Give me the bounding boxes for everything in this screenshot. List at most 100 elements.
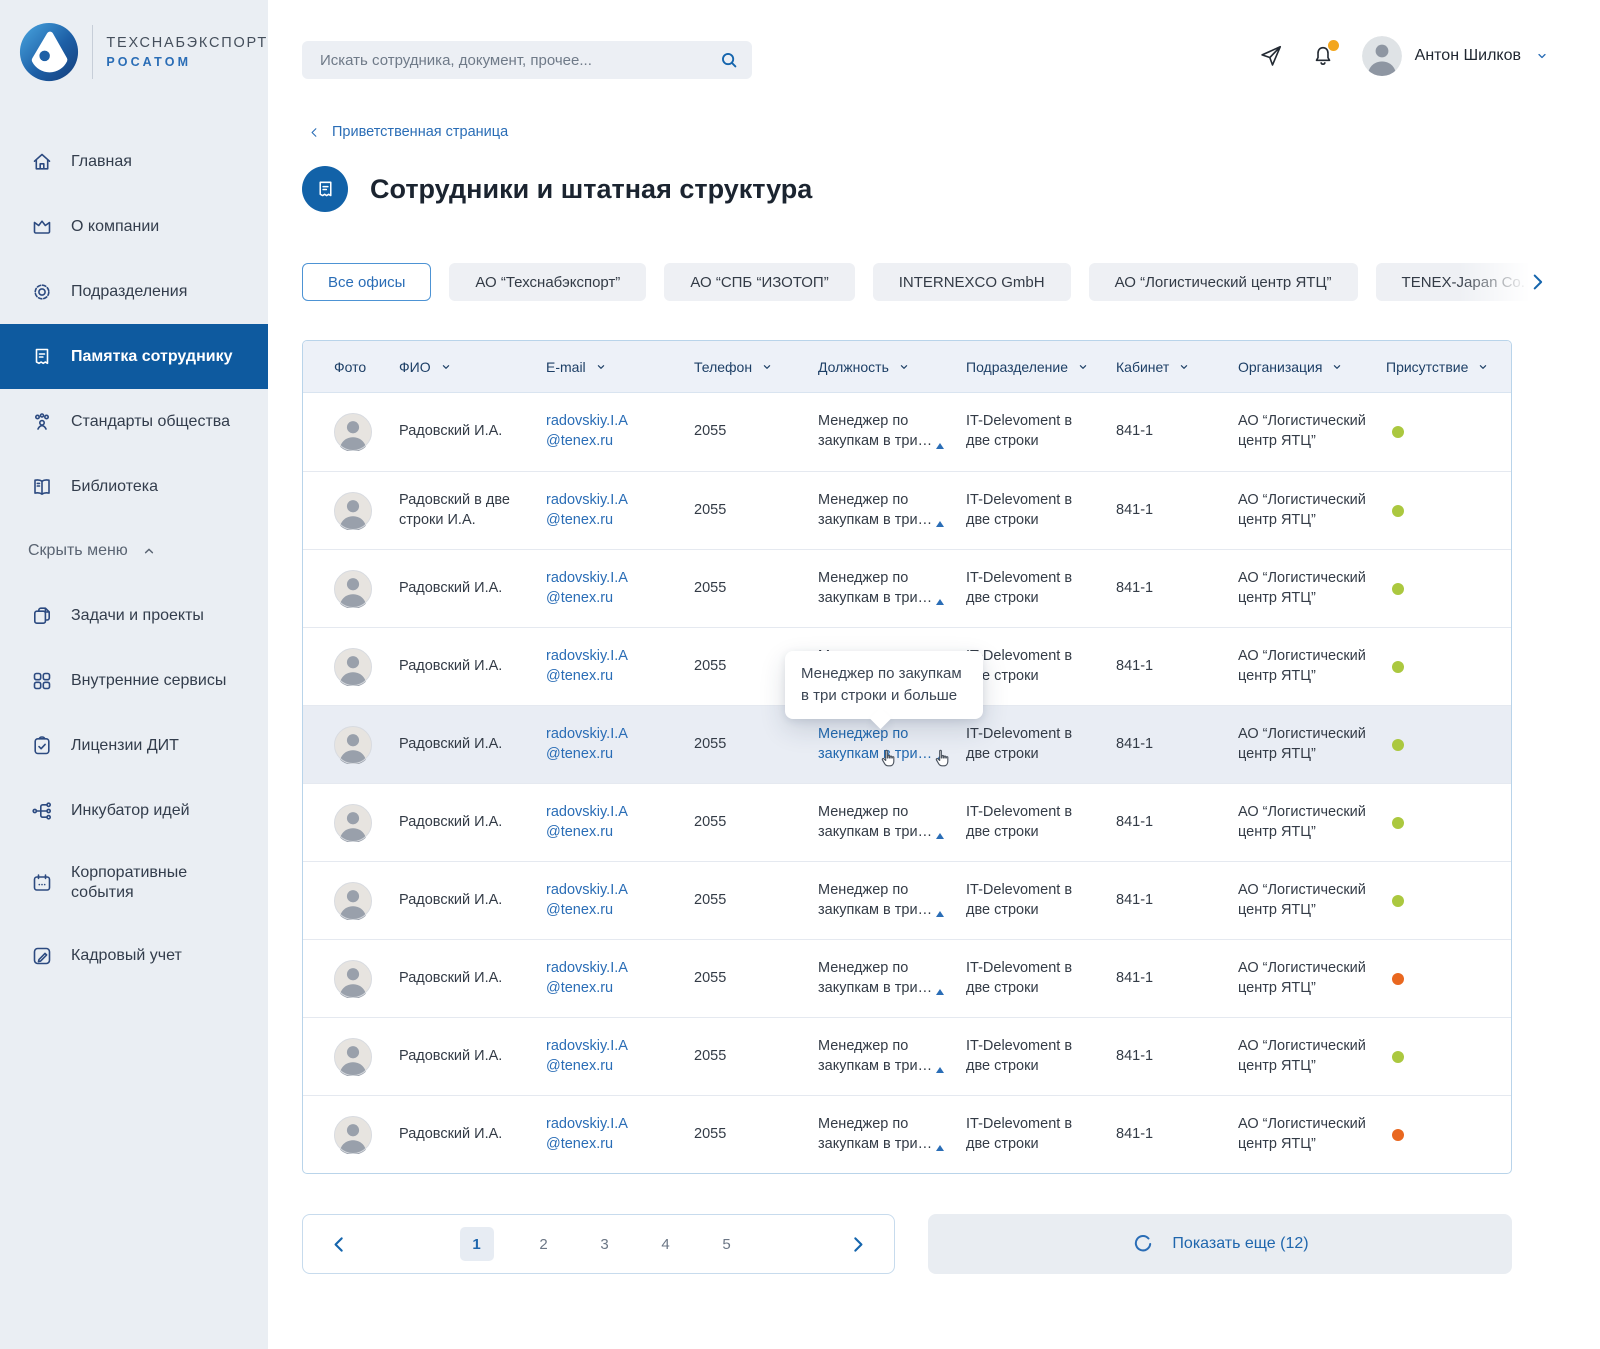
column-header-fio[interactable]: ФИО — [399, 359, 546, 375]
sidebar-item-library[interactable]: Библиотека — [0, 454, 268, 519]
employee-email-link[interactable]: radovskiy.I.A@tenex.ru — [546, 725, 694, 764]
search-button[interactable] — [706, 41, 752, 79]
expand-position-icon[interactable] — [936, 1067, 944, 1073]
expand-position-icon[interactable] — [936, 599, 944, 605]
sort-chevron-icon[interactable] — [897, 360, 911, 374]
employee-phone: 2055 — [694, 1125, 818, 1145]
employee-photo[interactable] — [334, 960, 399, 998]
expand-position-icon[interactable] — [936, 443, 944, 449]
chips-scroll-right-button[interactable] — [1526, 271, 1548, 293]
table-row[interactable]: Радовский И.А.radovskiy.I.A@tenex.ru2055… — [303, 393, 1511, 471]
sidebar-item-home[interactable]: Главная — [0, 129, 268, 194]
column-header-org[interactable]: Организация — [1238, 359, 1386, 375]
employee-position[interactable]: Менеджер по закупкам в три… — [818, 569, 966, 608]
filter-chip-4[interactable]: АО “Логистический центр ЯТЦ” — [1089, 263, 1358, 301]
sort-chevron-icon[interactable] — [439, 360, 453, 374]
send-message-button[interactable] — [1258, 43, 1284, 69]
employee-email-link[interactable]: radovskiy.I.A@tenex.ru — [546, 1037, 694, 1076]
page-button-5[interactable]: 5 — [716, 1236, 738, 1253]
expand-position-icon[interactable] — [936, 833, 944, 839]
sort-chevron-icon[interactable] — [1076, 360, 1090, 374]
column-header-phone[interactable]: Телефон — [694, 359, 818, 375]
employee-email-link[interactable]: radovskiy.I.A@tenex.ru — [546, 412, 694, 451]
employee-photo[interactable] — [334, 1038, 399, 1076]
table-row[interactable]: Радовский И.А.radovskiy.I.A@tenex.ru2055… — [303, 549, 1511, 627]
brand-subname: РОСАТОМ — [106, 55, 268, 69]
expand-position-icon[interactable] — [936, 521, 944, 527]
column-header-dept[interactable]: Подразделение — [966, 359, 1116, 375]
employee-email-link[interactable]: radovskiy.I.A@tenex.ru — [546, 803, 694, 842]
sidebar-item-incubator[interactable]: Инкубатор идей — [0, 778, 268, 843]
employee-position[interactable]: Менеджер по закупкам в три… — [818, 881, 966, 920]
search-input[interactable] — [302, 52, 706, 69]
sidebar-item-hr[interactable]: Кадровый учет — [0, 923, 268, 988]
table-row[interactable]: Радовский И.А.radovskiy.I.A@tenex.ru2055… — [303, 861, 1511, 939]
employee-position[interactable]: Менеджер по закупкам в три… — [818, 412, 966, 451]
employee-position[interactable]: Менеджер по закупкам в три… — [818, 1115, 966, 1154]
employee-photo[interactable] — [334, 804, 399, 842]
employee-email-link[interactable]: radovskiy.I.A@tenex.ru — [546, 647, 694, 686]
people-icon — [30, 410, 54, 434]
filter-chip-2[interactable]: АО “СПБ “ИЗОТОП” — [664, 263, 854, 301]
table-row[interactable]: Радовский И.А.radovskiy.I.A@tenex.ru2055… — [303, 1017, 1511, 1095]
sidebar-item-events[interactable]: Корпоративные события — [0, 843, 268, 923]
employee-email-link[interactable]: radovskiy.I.A@tenex.ru — [546, 881, 694, 920]
page-button-2[interactable]: 2 — [533, 1236, 555, 1253]
column-header-position[interactable]: Должность — [818, 359, 966, 375]
employee-position[interactable]: Менеджер по закупкам в три… — [818, 959, 966, 998]
sort-chevron-icon[interactable] — [594, 360, 608, 374]
sort-chevron-icon[interactable] — [1476, 360, 1490, 374]
logo[interactable]: ТЕХСНАБЭКСПОРТ РОСАТОМ — [0, 0, 268, 83]
filter-chip-5[interactable]: TENEX-Japan Co. — [1376, 263, 1550, 301]
employee-email-link[interactable]: radovskiy.I.A@tenex.ru — [546, 569, 694, 608]
table-row[interactable]: Радовский И.А.radovskiy.I.A@tenex.ru2055… — [303, 939, 1511, 1017]
employee-email-link[interactable]: radovskiy.I.A@tenex.ru — [546, 959, 694, 998]
employee-photo[interactable] — [334, 492, 399, 530]
show-more-button[interactable]: Показать еще (12) — [928, 1214, 1512, 1274]
employee-room: 841-1 — [1116, 891, 1238, 911]
table-row[interactable]: Радовский в две строки И.А.radovskiy.I.A… — [303, 471, 1511, 549]
filter-chip-1[interactable]: АО “Техснабэкспорт” — [449, 263, 646, 301]
sidebar-item-memo[interactable]: Памятка сотруднику — [0, 324, 268, 389]
employee-position[interactable]: Менеджер по закупкам в три… — [818, 491, 966, 530]
page-button-4[interactable]: 4 — [655, 1236, 677, 1253]
employee-photo[interactable] — [334, 726, 399, 764]
sidebar-item-standards[interactable]: Стандарты общества — [0, 389, 268, 454]
employee-position[interactable]: Менеджер по закупкам в три… — [818, 1037, 966, 1076]
employee-email-link[interactable]: radovskiy.I.A@tenex.ru — [546, 1115, 694, 1154]
filter-chip-0[interactable]: Все офисы — [302, 263, 431, 301]
sort-chevron-icon[interactable] — [1177, 360, 1191, 374]
sidebar-item-about[interactable]: О компании — [0, 194, 268, 259]
expand-position-icon[interactable] — [936, 989, 944, 995]
column-header-presence[interactable]: Присутствие — [1386, 359, 1511, 375]
expand-position-icon[interactable] — [936, 1145, 944, 1151]
employee-photo[interactable] — [334, 1116, 399, 1154]
employee-photo[interactable] — [334, 570, 399, 608]
sidebar-item-departments[interactable]: Подразделения — [0, 259, 268, 324]
column-header-email[interactable]: E-mail — [546, 359, 694, 375]
employee-photo[interactable] — [334, 648, 399, 686]
filter-chip-3[interactable]: INTERNEXCO GmbH — [873, 263, 1071, 301]
sidebar-item-licenses[interactable]: Лицензии ДИТ — [0, 713, 268, 778]
user-menu[interactable]: Антон Шилков — [1362, 36, 1550, 76]
pagination-next-button[interactable] — [847, 1234, 868, 1255]
pagination-prev-button[interactable] — [329, 1234, 350, 1255]
sort-chevron-icon[interactable] — [1330, 360, 1344, 374]
expand-position-icon[interactable] — [936, 911, 944, 917]
collapse-menu-button[interactable]: Скрыть меню — [0, 519, 268, 583]
column-header-room[interactable]: Кабинет — [1116, 359, 1238, 375]
sidebar-item-services[interactable]: Внутренние сервисы — [0, 648, 268, 713]
employee-photo[interactable] — [334, 413, 399, 451]
employee-position[interactable]: Менеджер по закупкам в три… — [818, 803, 966, 842]
breadcrumb[interactable]: Приветственная страница — [308, 124, 508, 140]
sort-chevron-icon[interactable] — [760, 360, 774, 374]
table-row[interactable]: Радовский И.А.radovskiy.I.A@tenex.ru2055… — [303, 1095, 1511, 1173]
page-button-1[interactable]: 1 — [460, 1227, 494, 1261]
notifications-button[interactable] — [1310, 43, 1336, 69]
page-button-3[interactable]: 3 — [594, 1236, 616, 1253]
employee-email-link[interactable]: radovskiy.I.A@tenex.ru — [546, 491, 694, 530]
sidebar-item-tasks[interactable]: Задачи и проекты — [0, 583, 268, 648]
employee-photo[interactable] — [334, 882, 399, 920]
presence-status-dot — [1392, 505, 1404, 517]
table-row[interactable]: Радовский И.А.radovskiy.I.A@tenex.ru2055… — [303, 783, 1511, 861]
